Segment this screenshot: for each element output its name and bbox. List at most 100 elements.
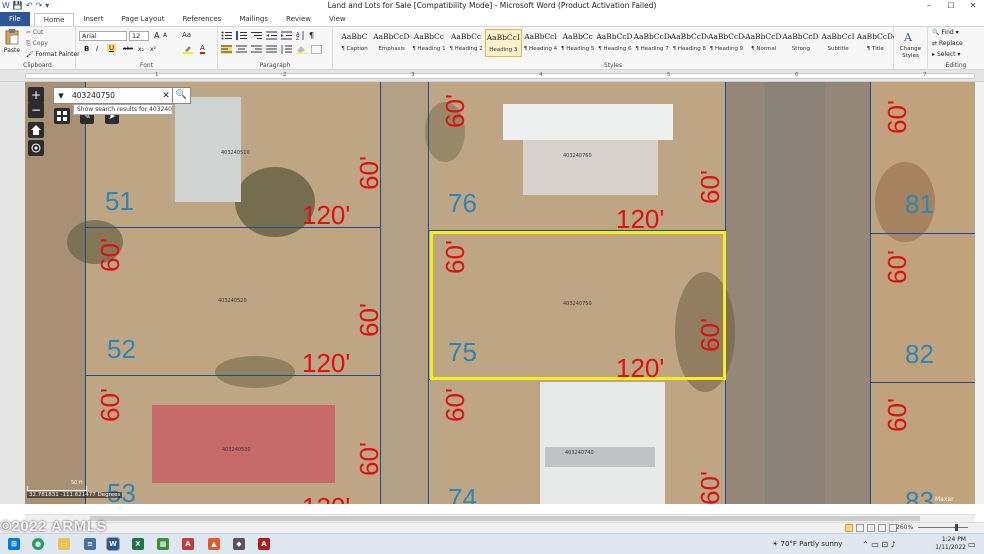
strikethrough-button[interactable]: abc	[123, 46, 133, 52]
highlight-icon[interactable]	[183, 44, 193, 54]
style-heading-8[interactable]: AaBbCcDc ¶ Heading 8	[671, 29, 708, 57]
cut-button[interactable]: ✂ Cut	[26, 29, 43, 36]
vertical-ruler[interactable]	[0, 82, 25, 504]
sort-icon[interactable]: AZ	[296, 31, 305, 40]
find-button[interactable]: 🔍 Find ▾	[932, 29, 959, 36]
shrink-font-button[interactable]: A	[163, 32, 167, 39]
acrobat-icon[interactable]: A	[258, 538, 270, 550]
file-explorer-icon[interactable]: ▭	[58, 538, 70, 550]
bold-button[interactable]: B	[84, 45, 89, 53]
borders-icon[interactable]	[311, 45, 322, 54]
chrome-icon[interactable]: ●	[32, 538, 44, 550]
style-heading-9[interactable]: AaBbCcDc ¶ Heading 9	[708, 29, 745, 57]
minimize-button[interactable]: –	[918, 0, 940, 12]
numbering-icon[interactable]	[236, 31, 247, 40]
scrollbar-thumb[interactable]	[90, 516, 920, 521]
system-tray-icons[interactable]: ⌃ ▭ ⊡ ♪	[862, 534, 896, 554]
font-color-button[interactable]: A	[200, 44, 205, 54]
pdf-reader-icon[interactable]: A	[182, 538, 194, 550]
multilevel-list-icon[interactable]	[251, 31, 262, 40]
web-layout-view-icon[interactable]	[867, 524, 875, 532]
word-taskbar-icon[interactable]: W	[106, 537, 120, 551]
show-formatting-icon[interactable]: ¶	[309, 31, 314, 40]
copy-button[interactable]: ⎘ Copy	[26, 40, 48, 48]
notes-icon[interactable]: ≡	[84, 538, 96, 550]
brave-icon[interactable]: ▲	[208, 538, 220, 550]
change-styles-button[interactable]: A Change Styles	[894, 27, 928, 70]
tab-view[interactable]: View	[320, 12, 355, 26]
shading-icon[interactable]	[296, 45, 307, 54]
tab-insert[interactable]: Insert	[74, 12, 112, 26]
paste-button[interactable]: Paste	[3, 29, 21, 59]
spreadsheet-icon[interactable]: ▦	[157, 538, 169, 550]
underline-button[interactable]: U	[107, 44, 117, 52]
print-layout-view-icon[interactable]	[845, 524, 853, 532]
style-heading-2[interactable]: AaBbCc ¶ Heading 2	[448, 29, 485, 57]
font-size-select[interactable]: 12	[129, 31, 149, 41]
basemap-button[interactable]	[54, 108, 70, 124]
weather-widget[interactable]: ☀ 70°F Partly sunny	[772, 534, 842, 554]
superscript-button[interactable]: x²	[150, 46, 156, 53]
style-emphasis[interactable]: AaBbCcDc Emphasis	[373, 29, 410, 57]
subscript-button[interactable]: x₂	[138, 46, 144, 53]
style-caption[interactable]: AaBbC ¶ Caption	[336, 29, 373, 57]
car-app-icon[interactable]: ◆	[233, 538, 245, 550]
style-strong[interactable]: AaBbCcDd Strong	[782, 29, 819, 57]
style-heading-6[interactable]: AaBbCcDc ¶ Heading 6	[596, 29, 633, 57]
select-button[interactable]: ▸ Select ▾	[932, 51, 960, 58]
full-screen-view-icon[interactable]	[856, 524, 864, 532]
dimension-label: 60'	[439, 240, 470, 274]
home-button[interactable]	[28, 122, 44, 138]
style-heading-7[interactable]: AaBbCcDc ¶ Heading 7	[634, 29, 671, 57]
bullets-icon[interactable]	[221, 31, 232, 40]
maximize-button[interactable]: ☐	[940, 0, 962, 12]
style-heading-4[interactable]: AaBbCcl ¶ Heading 4	[522, 29, 559, 57]
align-center-icon[interactable]	[236, 45, 247, 54]
outline-view-icon[interactable]	[878, 524, 886, 532]
zoom-out-button[interactable]: −	[28, 102, 44, 118]
horizontal-ruler[interactable]: 1 2 3 4 5 6 7	[0, 70, 984, 82]
zoom-slider[interactable]	[918, 527, 968, 528]
font-family-select[interactable]: Arial	[79, 31, 127, 41]
excel-icon[interactable]: X	[132, 538, 144, 550]
style-normal[interactable]: AaBbCcDc ¶ Normal	[745, 29, 782, 57]
search-suggestion[interactable]: Show search results for 403240750	[73, 104, 173, 115]
style-subtitle[interactable]: AaBbCcI Subtitle	[820, 29, 857, 57]
increase-indent-icon[interactable]	[281, 31, 292, 40]
horizontal-scrollbar[interactable]	[25, 514, 975, 522]
style-name: ¶ Heading 8	[672, 46, 706, 52]
style-heading-5[interactable]: AaBbCc ¶ Heading 5	[559, 29, 596, 57]
justify-icon[interactable]	[266, 45, 277, 54]
parcel-search-input[interactable]: 403240750	[68, 91, 160, 100]
start-icon[interactable]: ⊞	[8, 538, 20, 550]
decrease-indent-icon[interactable]	[266, 31, 277, 40]
tab-review[interactable]: Review	[277, 12, 320, 26]
style-heading-3[interactable]: AaBbCcI Heading 3	[484, 29, 522, 57]
format-painter-button[interactable]: 🖌 Format Painter	[26, 51, 80, 58]
taskbar-clock[interactable]: 1:24 PM 1/11/2022	[935, 536, 966, 552]
align-right-icon[interactable]	[251, 45, 262, 54]
change-case-button[interactable]: Aa	[182, 31, 191, 39]
italic-button[interactable]: I	[96, 45, 98, 53]
clear-search-icon[interactable]: ✕	[160, 91, 172, 101]
locate-button[interactable]	[28, 140, 44, 156]
search-button[interactable]: 🔍	[172, 87, 190, 104]
align-left-icon[interactable]	[221, 45, 232, 54]
zoom-level[interactable]: 260%	[896, 523, 913, 533]
zoom-slider-handle[interactable]	[955, 524, 958, 531]
style-heading-1[interactable]: AaBbCc ¶ Heading 1	[410, 29, 447, 57]
tab-home[interactable]: Home	[33, 12, 75, 26]
vertical-scrollbar[interactable]	[975, 82, 984, 504]
tab-references[interactable]: References	[173, 12, 230, 26]
zoom-in-button[interactable]: +	[28, 87, 44, 103]
line-spacing-icon[interactable]	[281, 45, 292, 54]
replace-button[interactable]: ⇄ Replace	[932, 40, 963, 47]
tab-file[interactable]: File	[0, 12, 30, 26]
notifications-icon[interactable]: ▭	[968, 534, 976, 554]
tab-mailings[interactable]: Mailings	[230, 12, 277, 26]
search-source-dropdown[interactable]: ▼	[54, 92, 68, 100]
close-button[interactable]: ✕	[962, 0, 984, 12]
style-title[interactable]: AaBbCcDdI ¶ Title	[857, 29, 894, 57]
tab-page-layout[interactable]: Page Layout	[112, 12, 173, 26]
grow-font-button[interactable]: A	[154, 31, 159, 40]
